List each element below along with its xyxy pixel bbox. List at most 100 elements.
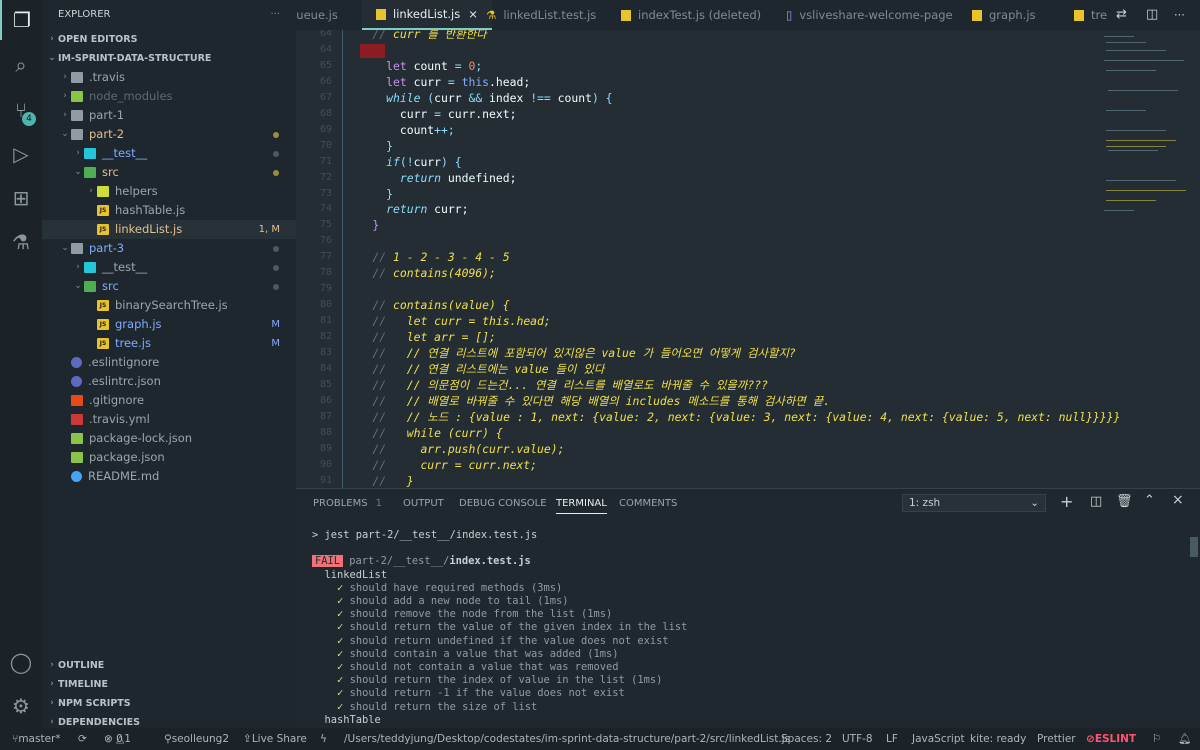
- search-icon[interactable]: ⌕: [0, 45, 42, 85]
- minimap[interactable]: [1100, 30, 1196, 230]
- section-outline[interactable]: › OUTLINE: [42, 656, 296, 675]
- kite-status[interactable]: kite: ready: [970, 728, 1026, 750]
- tab-problems[interactable]: PROBLEMS 1: [313, 498, 382, 509]
- tree-item[interactable]: ⌄ part-3: [42, 239, 296, 258]
- close-tab-icon[interactable]: ×: [468, 0, 478, 29]
- encoding-status[interactable]: UTF-8: [842, 728, 873, 750]
- code-text: // // 연결 리스트에는 value 들이 있다: [345, 361, 604, 377]
- eol-status[interactable]: LF: [886, 728, 898, 750]
- code-line: 75 }: [296, 217, 1196, 233]
- code-token: curr: [413, 154, 442, 169]
- tree-item[interactable]: ⌄ src: [42, 163, 296, 182]
- extensions-icon[interactable]: ⊞: [0, 178, 42, 218]
- terminal-output[interactable]: > jest part-2/__test__/index.test.js FAI…: [312, 529, 687, 727]
- workspace-root[interactable]: ⌄ IM-SPRINT-DATA-STRUCTURE: [42, 49, 296, 68]
- settings-gear-icon[interactable]: ⚙: [0, 686, 42, 726]
- section-npm-scripts[interactable]: › NPM SCRIPTS: [42, 694, 296, 713]
- run-debug-icon[interactable]: ▷: [0, 134, 42, 174]
- code-text: // let arr = [];: [345, 329, 496, 345]
- tree-item[interactable]: README.md: [42, 467, 296, 486]
- problems-status[interactable]: ⊗ 0 △ 1: [104, 728, 131, 750]
- tab-queue[interactable]: queue.js: [296, 0, 340, 30]
- open-changes-icon[interactable]: ⇄: [1116, 0, 1127, 30]
- user-status[interactable]: ⚲ seolleung2: [164, 728, 229, 750]
- tree-item[interactable]: › __test__: [42, 144, 296, 163]
- tree-item[interactable]: JS binarySearchTree.js: [42, 296, 296, 315]
- tab-debug-console[interactable]: DEBUG CONSOLE: [459, 498, 547, 509]
- tree-item[interactable]: JS linkedList.js 1, M: [42, 220, 296, 239]
- prettier-status[interactable]: Prettier: [1037, 728, 1076, 750]
- liveshare-status[interactable]: ⇪ Live Share: [243, 728, 307, 750]
- account-icon[interactable]: ◯: [0, 642, 42, 682]
- tab-terminal[interactable]: TERMINAL: [556, 498, 607, 514]
- tab-comments[interactable]: COMMENTS: [619, 498, 677, 509]
- chevron-icon: ⌄: [74, 167, 82, 177]
- code-token: =: [434, 106, 442, 121]
- split-terminal-icon[interactable]: ◫: [1090, 494, 1102, 509]
- code-line: 88 // while (curr) {: [296, 425, 1196, 441]
- add-terminal-icon[interactable]: +: [1060, 492, 1073, 511]
- tree-item[interactable]: package-lock.json: [42, 429, 296, 448]
- tree-item[interactable]: › __test__: [42, 258, 296, 277]
- chevron-icon: ›: [89, 186, 93, 196]
- open-editors-section[interactable]: › OPEN EDITORS: [42, 30, 296, 49]
- tab-tree[interactable]: tre: [1074, 0, 1107, 30]
- chevron-icon: ›: [63, 72, 67, 82]
- branch-status[interactable]: ⑂ master*: [12, 728, 61, 750]
- flask-icon: ⚗: [486, 8, 497, 22]
- code-token: let arr = [];: [406, 330, 496, 345]
- code-token: =: [447, 74, 455, 89]
- code-token: // 연결 리스트에는 value 들이 있다: [406, 361, 605, 376]
- line-number: 70: [319, 139, 332, 151]
- tree-item[interactable]: › node_modules: [42, 87, 296, 106]
- test-result: ✓ should return the size of list: [337, 700, 538, 713]
- tree-item[interactable]: JS hashTable.js: [42, 201, 296, 220]
- tree-item[interactable]: › helpers: [42, 182, 296, 201]
- sync-icon[interactable]: ⟳: [78, 728, 87, 750]
- source-control-icon[interactable]: ⑂ 4: [0, 90, 42, 130]
- tree-item[interactable]: JS graph.js M: [42, 315, 296, 334]
- testing-icon[interactable]: ⚗: [0, 222, 42, 262]
- tree-item[interactable]: .travis.yml: [42, 410, 296, 429]
- explorer-icon[interactable]: ❐: [0, 0, 42, 40]
- terminal-select[interactable]: 1: zsh ⌄: [902, 494, 1046, 512]
- tree-item[interactable]: .gitignore: [42, 391, 296, 410]
- maximize-panel-icon[interactable]: ⌃: [1144, 493, 1155, 508]
- tab-vsliveshare[interactable]: ▯ vsliveshare-welcome-page: [786, 0, 953, 30]
- lightning-icon[interactable]: ϟ: [320, 728, 327, 750]
- section-timeline[interactable]: › TIMELINE: [42, 675, 296, 694]
- more-icon[interactable]: ···: [270, 0, 280, 30]
- file-path: /Users/teddyjung/Desktop/codestates/im-s…: [344, 733, 791, 745]
- eslint-status[interactable]: ⊘ ESLINT: [1086, 728, 1136, 750]
- helpers-icon: [97, 186, 109, 197]
- tree-item[interactable]: .eslintrc.json: [42, 372, 296, 391]
- split-editor-icon[interactable]: ◫: [1146, 0, 1158, 30]
- tab-linkedlist[interactable]: linkedList.js ×: [362, 0, 492, 30]
- tree-item[interactable]: JS tree.js M: [42, 334, 296, 353]
- tree-item[interactable]: › .travis: [42, 68, 296, 87]
- code-token: curr;: [427, 202, 469, 217]
- code-token: // 의문점이 드는건... 연결 리스트를 배열로도 바꿔줄 수 있을까???: [406, 377, 768, 392]
- terminal-scrollbar[interactable]: [1190, 537, 1198, 557]
- tree-item[interactable]: ⌄ part-2: [42, 125, 296, 144]
- tree-item[interactable]: package.json: [42, 448, 296, 467]
- check-icon: ✓: [337, 687, 344, 700]
- more-actions-icon[interactable]: ···: [1174, 0, 1185, 30]
- indentation-status[interactable]: Spaces: 2: [781, 728, 832, 750]
- trash-icon[interactable]: 🗑: [1116, 494, 1133, 509]
- tree-item[interactable]: .eslintignore: [42, 353, 296, 372]
- notifications-icon[interactable]: 🔔︎: [1178, 728, 1191, 750]
- code-editor[interactable]: 64 // curr 를 반환한다 64 65 let count = 0; 66 l…: [296, 30, 1200, 488]
- language-status[interactable]: JavaScript: [912, 728, 965, 750]
- tree-item[interactable]: ⌄ src: [42, 277, 296, 296]
- tab-graph[interactable]: graph.js: [972, 0, 1036, 30]
- explorer-title: EXPLORER ···: [42, 0, 296, 30]
- close-panel-icon[interactable]: ×: [1172, 492, 1184, 508]
- tab-indextest[interactable]: indexTest.js (deleted): [621, 0, 761, 30]
- code-text: // 1 - 2 - 3 - 4 - 5: [345, 249, 509, 265]
- tab-linkedlist-test[interactable]: ⚗ linkedList.test.js: [486, 0, 596, 30]
- code-token: //: [345, 330, 407, 345]
- tab-output[interactable]: OUTPUT: [403, 498, 444, 509]
- tree-item[interactable]: › part-1: [42, 106, 296, 125]
- feedback-icon[interactable]: ⚐: [1152, 728, 1161, 750]
